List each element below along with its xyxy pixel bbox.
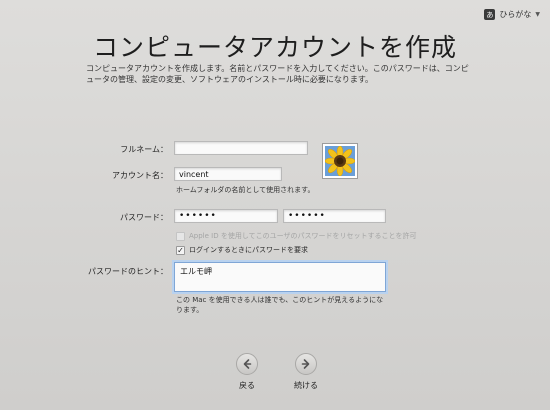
continue-label: 続ける xyxy=(294,381,318,390)
password-field[interactable]: •••••• xyxy=(174,209,278,223)
password-hint-help: この Mac を使用できる人は誰でも、このヒントが見えるようになります。 xyxy=(176,296,384,314)
continue-circle xyxy=(295,353,317,375)
continue-button[interactable]: 続ける xyxy=(286,353,326,391)
user-picture-button[interactable] xyxy=(322,143,358,179)
full-name-field[interactable] xyxy=(174,141,308,155)
back-button[interactable]: 戻る xyxy=(227,353,267,391)
require-password-checkbox[interactable]: ✓ ログインするときにパスワードを要求 xyxy=(176,245,308,255)
require-password-label: ログインするときにパスワードを要求 xyxy=(189,246,308,254)
account-name-help: ホームフォルダの名前として使用されます。 xyxy=(176,186,315,194)
password-hint-field[interactable]: エルモ岬 xyxy=(174,262,386,292)
appleid-reset-checkbox[interactable]: Apple ID を使用してこのユーザのパスワードをリセットすることを許可 xyxy=(176,231,416,241)
page-title: コンピュータアカウントを作成 xyxy=(92,33,457,62)
account-name-label: アカウント名： xyxy=(112,171,168,180)
back-label: 戻る xyxy=(239,381,255,390)
chevron-down-icon: ▼ xyxy=(535,11,540,18)
password-confirm-field[interactable]: •••••• xyxy=(283,209,386,223)
input-method-menu[interactable]: あ ひらがな ▼ xyxy=(484,9,540,20)
setup-assistant-screen: あ ひらがな ▼ コンピュータアカウントを作成 コンピュータアカウントを作成しま… xyxy=(0,0,550,410)
input-method-badge: あ xyxy=(484,9,496,20)
back-circle xyxy=(236,353,258,375)
full-name-label: フルネーム： xyxy=(120,145,168,154)
intro-text: コンピュータアカウントを作成します。名前とパスワードを入力してください。このパス… xyxy=(86,64,469,84)
appleid-reset-label: Apple ID を使用してこのユーザのパスワードをリセットすることを許可 xyxy=(189,232,417,240)
checkbox-box xyxy=(176,231,185,241)
password-label: パスワード： xyxy=(120,213,168,222)
checkmark-icon: ✓ xyxy=(176,245,185,255)
arrow-right-icon xyxy=(301,359,310,369)
password-hint-label: パスワードのヒント： xyxy=(88,267,168,276)
input-method-label: ひらがな xyxy=(499,10,532,19)
account-name-field[interactable]: vincent xyxy=(174,167,282,181)
arrow-left-icon xyxy=(243,359,252,369)
sunflower-icon xyxy=(324,145,356,177)
